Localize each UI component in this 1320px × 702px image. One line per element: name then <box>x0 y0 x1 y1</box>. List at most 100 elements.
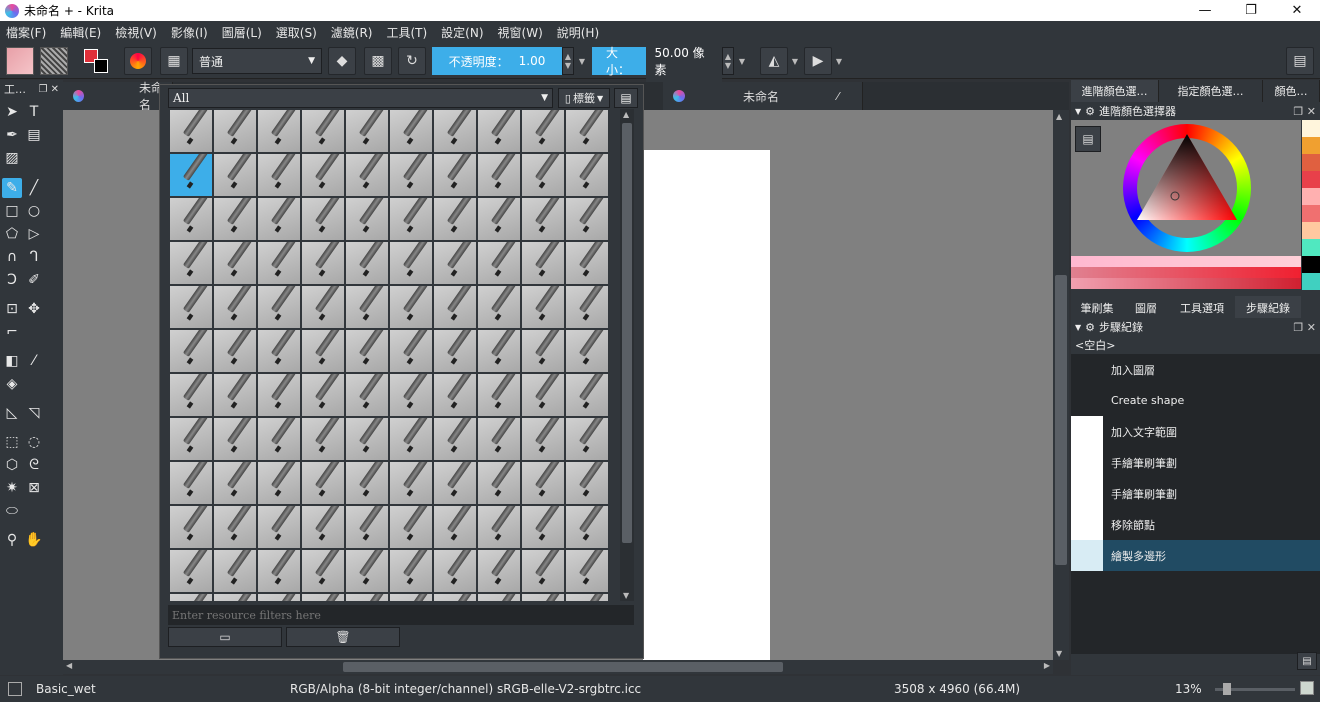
swatch[interactable] <box>1302 120 1320 137</box>
swatch[interactable] <box>1302 154 1320 171</box>
brush-preset-thumbnail[interactable] <box>389 329 433 373</box>
magnetic-select-tool[interactable]: ⬭ <box>2 501 22 521</box>
brush-preset-thumbnail[interactable] <box>521 593 565 601</box>
fg-bg-color-selector[interactable] <box>82 47 110 75</box>
tab-layers[interactable]: 圖層 <box>1123 296 1169 318</box>
brush-preset-thumbnail[interactable] <box>521 417 565 461</box>
transform-tool[interactable]: ⊡ <box>2 299 22 319</box>
swatch[interactable] <box>1302 256 1320 273</box>
brush-preset-thumbnail[interactable] <box>169 285 213 329</box>
brush-preset-thumbnail[interactable] <box>477 285 521 329</box>
tab-advanced-color[interactable]: 進階顏色選… <box>1071 80 1159 102</box>
freehand-select-tool[interactable]: ᘓ <box>24 455 44 475</box>
document-tab-1[interactable]: 未命名 <box>63 81 173 112</box>
menu-tools[interactable]: 工具(T) <box>386 24 427 41</box>
brush-preset-thumbnail[interactable] <box>565 241 609 285</box>
brush-preset-thumbnail[interactable] <box>521 373 565 417</box>
brush-preset-thumbnail[interactable] <box>389 153 433 197</box>
brush-preset-thumbnail[interactable] <box>389 417 433 461</box>
brush-preset-thumbnail[interactable] <box>257 241 301 285</box>
slider-sat[interactable] <box>1071 267 1301 278</box>
menu-settings[interactable]: 設定(N) <box>441 24 483 41</box>
reload-preset-button[interactable]: ↻ <box>398 47 426 75</box>
brush-preset-thumbnail[interactable] <box>345 549 389 593</box>
brush-preset-thumbnail[interactable] <box>477 549 521 593</box>
float-close-icon[interactable]: ❐ ✕ <box>1293 105 1316 118</box>
bezier-tool[interactable]: ∩ <box>2 247 22 267</box>
brush-preset-thumbnail[interactable] <box>257 109 301 153</box>
opacity-slider[interactable]: 不透明度： 1.00 <box>432 47 562 75</box>
brush-preset-thumbnail[interactable] <box>169 329 213 373</box>
brush-preset-thumbnail[interactable] <box>301 549 345 593</box>
brush-preset-thumbnail[interactable] <box>257 593 301 601</box>
vertical-scroll-thumb[interactable] <box>1055 275 1067 565</box>
size-slider[interactable]: 大小： 50.00 像素 <box>592 38 722 84</box>
pattern-swatch[interactable] <box>40 47 68 75</box>
zoom-tool[interactable]: ⚲ <box>2 530 22 550</box>
brush-preset-thumbnail[interactable] <box>169 373 213 417</box>
calligraphy-tool[interactable]: ▤ <box>24 125 44 145</box>
select-shapes-tool[interactable]: ➤ <box>2 102 22 122</box>
brush-preset-thumbnail[interactable] <box>213 109 257 153</box>
menu-layer[interactable]: 圖層(L) <box>222 24 262 41</box>
rectangle-tool[interactable]: □ <box>2 201 22 221</box>
brush-preset-thumbnail[interactable] <box>565 153 609 197</box>
scroll-down-icon[interactable]: ▼ <box>623 591 629 600</box>
freehand-brush-tool[interactable]: ✎ <box>2 178 22 198</box>
text-tool[interactable]: T <box>24 102 44 122</box>
brush-preset-thumbnail[interactable] <box>345 329 389 373</box>
brush-preset-thumbnail[interactable] <box>477 417 521 461</box>
brush-preset-thumbnail[interactable] <box>565 461 609 505</box>
brush-preset-thumbnail[interactable] <box>257 373 301 417</box>
brush-preset-thumbnail[interactable] <box>301 285 345 329</box>
brush-presets-button[interactable]: ▦ <box>160 47 188 75</box>
brush-preset-thumbnail[interactable] <box>521 197 565 241</box>
zoom-slider-handle[interactable] <box>1223 683 1231 695</box>
brush-preset-thumbnail[interactable] <box>213 549 257 593</box>
background-color[interactable] <box>94 59 108 73</box>
brush-preset-thumbnail[interactable] <box>301 505 345 549</box>
brush-preset-thumbnail[interactable] <box>521 285 565 329</box>
brush-preset-thumbnail[interactable] <box>433 549 477 593</box>
brush-preset-thumbnail[interactable] <box>169 241 213 285</box>
brush-preset-thumbnail[interactable] <box>477 461 521 505</box>
brush-preset-thumbnail[interactable] <box>301 109 345 153</box>
scroll-down-icon[interactable]: ▼ <box>1056 649 1062 658</box>
brush-preset-thumbnail[interactable] <box>257 461 301 505</box>
brush-preset-thumbnail[interactable] <box>169 549 213 593</box>
brush-preset-thumbnail[interactable] <box>257 197 301 241</box>
gradient-tool[interactable]: ◧ <box>2 351 22 371</box>
brush-preset-thumbnail[interactable] <box>521 241 565 285</box>
swatch[interactable] <box>1302 205 1320 222</box>
brush-preset-thumbnail[interactable] <box>257 417 301 461</box>
size-menu-arrow[interactable]: ▼ <box>736 47 748 75</box>
blend-mode-dropdown[interactable]: 普通 ▼ <box>192 48 322 74</box>
zoom-slider[interactable] <box>1215 683 1295 695</box>
tab-brush-presets[interactable]: 筆刷集 <box>1071 296 1123 318</box>
brush-preset-thumbnail[interactable] <box>301 593 345 601</box>
brush-preset-thumbnail[interactable] <box>477 153 521 197</box>
brush-preset-thumbnail[interactable] <box>257 153 301 197</box>
brush-preset-thumbnail[interactable] <box>169 505 213 549</box>
swatch[interactable] <box>1302 188 1320 205</box>
minimize-button[interactable]: — <box>1182 0 1228 21</box>
menu-edit[interactable]: 編輯(E) <box>60 24 101 41</box>
brush-preset-thumbnail[interactable] <box>213 593 257 601</box>
fill-tool[interactable]: ◈ <box>2 374 22 394</box>
swatch[interactable] <box>1302 239 1320 256</box>
brush-preset-thumbnail[interactable] <box>477 329 521 373</box>
brush-preset-thumbnail[interactable] <box>565 109 609 153</box>
ellipse-tool[interactable]: ○ <box>24 201 44 221</box>
scroll-up-icon[interactable]: ▲ <box>1056 112 1062 121</box>
brush-preset-thumbnail[interactable] <box>301 329 345 373</box>
scroll-left-icon[interactable]: ◀ <box>66 661 72 670</box>
brush-preset-thumbnail[interactable] <box>213 461 257 505</box>
brush-preset-thumbnail[interactable] <box>521 549 565 593</box>
brush-preset-thumbnail[interactable] <box>169 417 213 461</box>
brush-preset-thumbnail[interactable] <box>477 593 521 601</box>
polyline-tool[interactable]: ▷ <box>24 224 44 244</box>
brush-preset-thumbnail[interactable] <box>213 153 257 197</box>
tag-filter-dropdown[interactable]: All ▼ <box>168 88 553 108</box>
brush-preset-thumbnail[interactable] <box>521 329 565 373</box>
contiguous-select-tool[interactable]: ✷ <box>2 478 22 498</box>
